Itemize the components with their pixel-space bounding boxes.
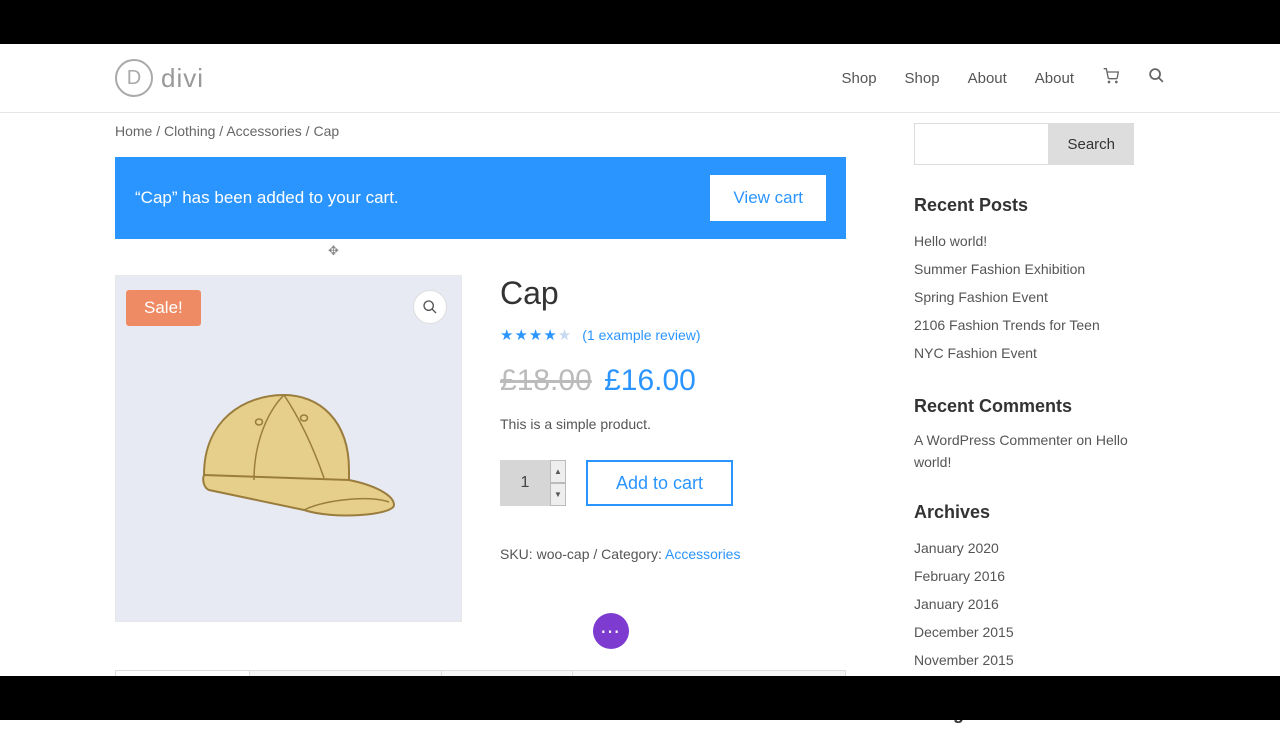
recent-post-link[interactable]: NYC Fashion Event (914, 345, 1037, 361)
archive-link[interactable]: December 2015 (914, 624, 1014, 640)
recent-posts-widget: Recent Posts Hello world! Summer Fashion… (914, 195, 1134, 368)
sale-badge: Sale! (126, 290, 201, 326)
nav-about-2[interactable]: About (1035, 70, 1074, 87)
breadcrumb-home[interactable]: Home (115, 123, 152, 139)
product-row: Sale! Cap ★★★★★ (1 examp (115, 275, 846, 622)
search-input[interactable] (914, 123, 1049, 165)
page-content: Home / Clothing / Accessories / Cap “Cap… (0, 113, 1280, 752)
notice-text: “Cap” has been added to your cart. (135, 188, 399, 208)
list-item: January 2016 (914, 591, 1134, 619)
list-item: February 2016 (914, 563, 1134, 591)
sale-price: £16.00 (604, 364, 696, 397)
zoom-icon[interactable] (413, 290, 447, 324)
search-widget: Search (914, 123, 1134, 165)
star-rating: ★★★★★ (500, 326, 572, 344)
letterbox-top (0, 0, 1280, 44)
product-gallery[interactable]: Sale! (115, 275, 462, 622)
quantity-value: 1 (500, 474, 550, 492)
reviews-link[interactable]: (1 example review) (582, 327, 700, 343)
sidebar: Search Recent Posts Hello world! Summer … (914, 123, 1134, 752)
site-header: D divi Shop Shop About About (0, 44, 1280, 113)
recent-comments-widget: Recent Comments A WordPress Commenter on… (914, 396, 1134, 474)
archives-widget: Archives January 2020 February 2016 Janu… (914, 502, 1134, 675)
comment-author-link[interactable]: A WordPress Commenter (914, 432, 1072, 448)
archive-link[interactable]: February 2016 (914, 568, 1005, 584)
view-cart-button[interactable]: View cart (710, 175, 826, 221)
old-price: £18.00 (500, 364, 592, 397)
logo-text: divi (161, 63, 204, 94)
qty-up-button[interactable]: ▲ (550, 460, 566, 483)
sku-label: SKU: (500, 546, 537, 562)
breadcrumb-sep: / (302, 123, 314, 139)
move-cursor-icon: ✥ (328, 243, 339, 259)
breadcrumb-clothing[interactable]: Clothing (164, 123, 215, 139)
recent-posts-title: Recent Posts (914, 195, 1134, 216)
cart-icon[interactable] (1102, 68, 1120, 89)
rating-row: ★★★★★ (1 example review) (500, 326, 846, 344)
recent-post-link[interactable]: Spring Fashion Event (914, 289, 1048, 305)
add-to-cart-button[interactable]: Add to cart (586, 460, 733, 506)
quantity-stepper[interactable]: 1 ▲ ▼ (500, 460, 566, 506)
fab-more-button[interactable]: ⋯ (593, 613, 629, 649)
primary-nav: Shop Shop About About (842, 67, 1166, 89)
recent-post-link[interactable]: Summer Fashion Exhibition (914, 261, 1085, 277)
added-to-cart-notice: “Cap” has been added to your cart. View … (115, 157, 846, 239)
sku-value: woo-cap (537, 546, 590, 562)
recent-post-link[interactable]: Hello world! (914, 233, 987, 249)
recent-comment: A WordPress Commenter on Hello world! (914, 429, 1134, 474)
archive-link[interactable]: January 2016 (914, 596, 999, 612)
main-column: Home / Clothing / Accessories / Cap “Cap… (115, 123, 846, 752)
meta-sep: / (590, 546, 602, 562)
list-item: Hello world! (914, 228, 1134, 256)
product-summary: Cap ★★★★★ (1 example review) £18.00 £16.… (500, 275, 846, 622)
category-label: Category: (601, 546, 665, 562)
list-item: December 2015 (914, 619, 1134, 647)
price: £18.00 £16.00 (500, 364, 846, 398)
list-item: NYC Fashion Event (914, 340, 1134, 368)
recent-comments-title: Recent Comments (914, 396, 1134, 417)
list-item: Summer Fashion Exhibition (914, 256, 1134, 284)
nav-shop-1[interactable]: Shop (842, 70, 877, 87)
qty-down-button[interactable]: ▼ (550, 483, 566, 506)
add-to-cart-row: 1 ▲ ▼ Add to cart (500, 460, 846, 506)
archives-title: Archives (914, 502, 1134, 523)
search-button[interactable]: Search (1049, 123, 1134, 165)
list-item: November 2015 (914, 647, 1134, 675)
product-title: Cap (500, 275, 846, 312)
breadcrumb-sep: / (152, 123, 164, 139)
breadcrumb-sep: / (215, 123, 226, 139)
recent-post-link[interactable]: 2106 Fashion Trends for Teen (914, 317, 1100, 333)
list-item: January 2020 (914, 535, 1134, 563)
breadcrumb-current: Cap (313, 123, 339, 139)
short-description: This is a simple product. (500, 416, 846, 432)
archive-link[interactable]: January 2020 (914, 540, 999, 556)
breadcrumb-accessories[interactable]: Accessories (226, 123, 301, 139)
list-item: Spring Fashion Event (914, 284, 1134, 312)
list-item: 2106 Fashion Trends for Teen (914, 312, 1134, 340)
breadcrumb: Home / Clothing / Accessories / Cap (115, 123, 846, 139)
logo-letter: D (115, 59, 153, 97)
comment-on-text: on (1072, 432, 1095, 448)
product-image (174, 380, 404, 530)
nav-about-1[interactable]: About (968, 70, 1007, 87)
search-icon[interactable] (1148, 67, 1165, 89)
site-logo[interactable]: D divi (115, 59, 204, 97)
letterbox-bottom (0, 676, 1280, 720)
category-link[interactable]: Accessories (665, 546, 740, 562)
archive-link[interactable]: November 2015 (914, 652, 1014, 668)
product-meta: SKU: woo-cap / Category: Accessories (500, 546, 846, 562)
nav-shop-2[interactable]: Shop (905, 70, 940, 87)
